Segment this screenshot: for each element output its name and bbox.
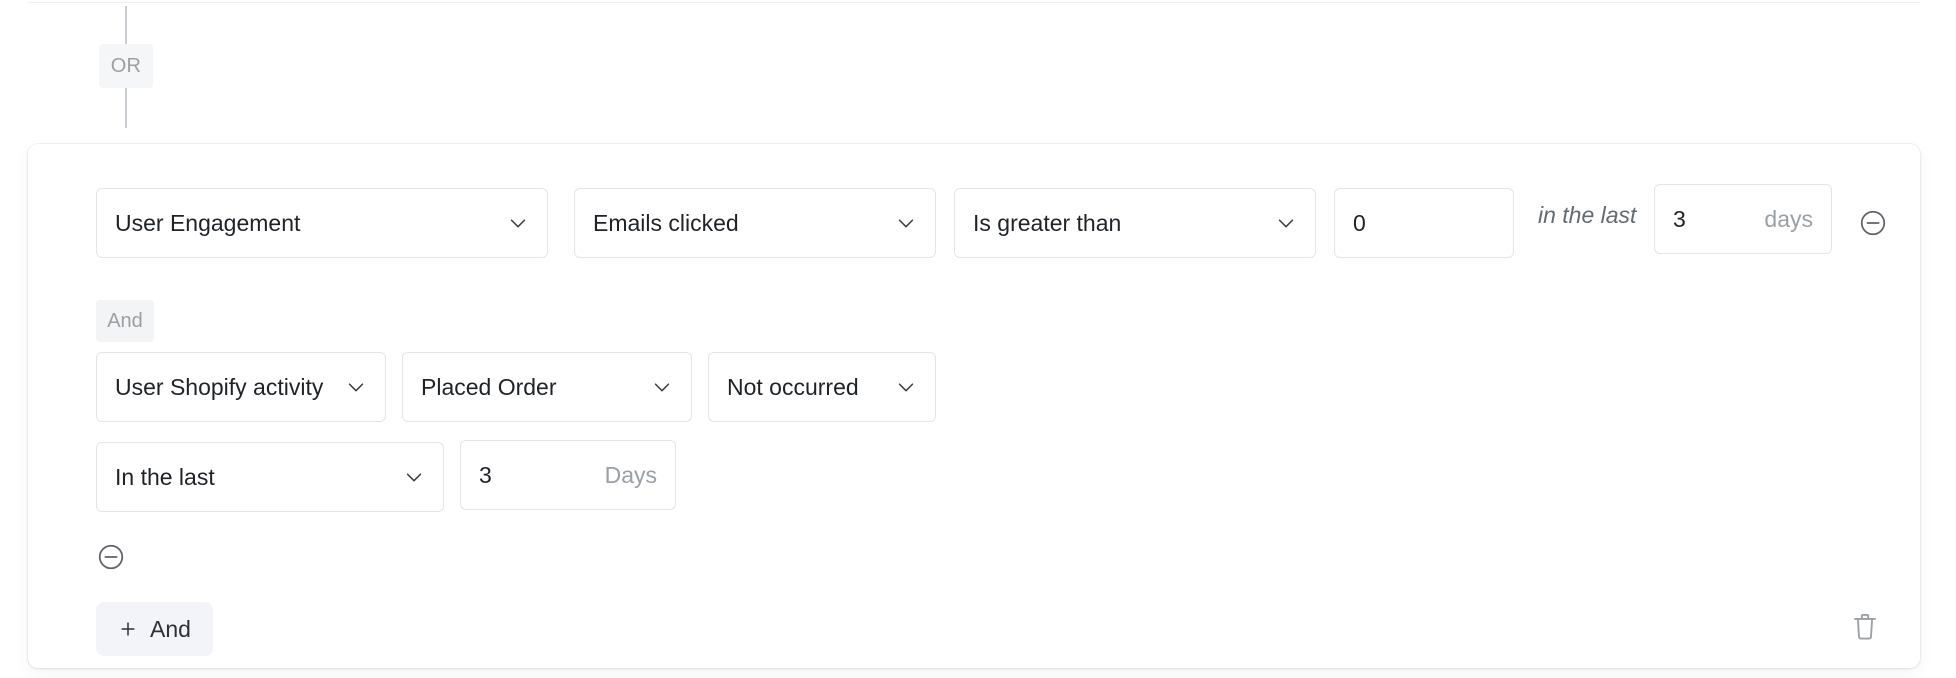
group-or-connector: OR <box>98 6 154 132</box>
condition-0-timeframe-label: in the last <box>1538 202 1637 228</box>
connector-line-bottom <box>125 88 127 128</box>
page-top-divider <box>28 2 1920 3</box>
add-and-condition-button[interactable]: And <box>96 602 213 656</box>
condition-1-operator-select[interactable]: Not occurred <box>708 352 936 422</box>
condition-1-category-select[interactable]: User Shopify activity <box>96 352 386 422</box>
condition-0-operator-value: Is greater than <box>973 209 1122 236</box>
plus-icon <box>118 619 138 639</box>
condition-0-attribute-value: Emails clicked <box>593 209 739 236</box>
condition-0-timeframe-value: 3 <box>1673 205 1686 232</box>
chevron-down-icon <box>345 376 367 398</box>
condition-1-attribute-select[interactable]: Placed Order <box>402 352 692 422</box>
chevron-down-icon <box>651 376 673 398</box>
chevron-down-icon <box>403 466 425 488</box>
chevron-down-icon <box>1275 212 1297 234</box>
condition-1-timeframe-value: 3 <box>479 461 492 488</box>
condition-1-remove-button[interactable] <box>96 542 126 572</box>
delete-group-button[interactable] <box>1850 610 1880 644</box>
condition-0-operator-select[interactable]: Is greater than <box>954 188 1316 258</box>
condition-0-attribute-select[interactable]: Emails clicked <box>574 188 936 258</box>
add-and-label: And <box>150 615 191 642</box>
condition-0-category-value: User Engagement <box>115 209 301 236</box>
condition-1-operator-value: Not occurred <box>727 373 859 400</box>
condition-group-body: User Engagement Emails clicked Is greate… <box>68 144 1886 668</box>
connector-line-top <box>125 6 127 44</box>
condition-1-attribute-value: Placed Order <box>421 373 557 400</box>
condition-0-value-input[interactable]: 0 <box>1334 188 1514 258</box>
condition-0-timeframe-unit: days <box>1764 205 1813 232</box>
condition-1-timeframe-input[interactable]: 3 Days <box>460 440 676 510</box>
condition-0-timeframe-input[interactable]: 3 days <box>1654 184 1832 254</box>
condition-1-category-value: User Shopify activity <box>115 373 324 400</box>
condition-0-remove-button[interactable] <box>1858 208 1888 238</box>
chevron-down-icon <box>895 376 917 398</box>
condition-0-category-select[interactable]: User Engagement <box>96 188 548 258</box>
chevron-down-icon <box>895 212 917 234</box>
or-badge[interactable]: OR <box>99 44 153 88</box>
and-connector-badge[interactable]: And <box>96 300 154 342</box>
condition-group-card: User Engagement Emails clicked Is greate… <box>28 144 1920 668</box>
condition-1-timeframe-mode-select[interactable]: In the last <box>96 442 444 512</box>
chevron-down-icon <box>507 212 529 234</box>
condition-1-timeframe-unit: Days <box>604 461 657 488</box>
condition-0-value-text: 0 <box>1353 209 1366 236</box>
condition-1-timeframe-mode-value: In the last <box>115 463 215 490</box>
